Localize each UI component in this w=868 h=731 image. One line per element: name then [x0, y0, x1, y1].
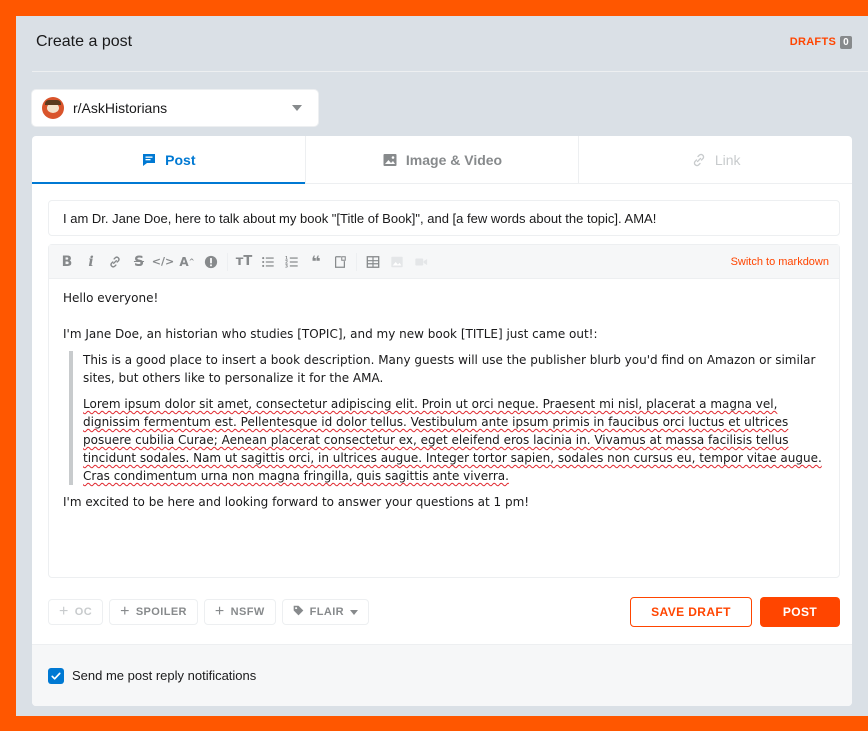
community-name: r/AskHistorians: [73, 100, 168, 116]
svg-text:3: 3: [285, 263, 288, 269]
community-avatar-icon: [42, 97, 64, 119]
tab-post[interactable]: Post: [32, 136, 306, 184]
spoiler-icon[interactable]: [199, 250, 223, 274]
community-selector[interactable]: r/AskHistorians: [32, 90, 318, 126]
nsfw-label: NSFW: [230, 606, 265, 618]
oc-label: OC: [74, 606, 93, 618]
drafts-label: DRAFTS: [789, 36, 837, 48]
strikethrough-icon[interactable]: S: [127, 250, 151, 274]
header-divider: [32, 71, 868, 72]
inline-code-icon[interactable]: </>: [151, 250, 175, 274]
toolbar-divider: [227, 252, 228, 271]
save-draft-button[interactable]: SAVE DRAFT: [630, 597, 752, 627]
code-block-icon[interactable]: [328, 250, 352, 274]
quote-paragraph: This is a good place to insert a book de…: [83, 353, 816, 385]
nsfw-tag-button[interactable]: + NSFW: [203, 599, 276, 625]
drafts-count-badge: 0: [840, 35, 852, 49]
editor-content[interactable]: Hello everyone! I'm Jane Doe, an histori…: [49, 279, 839, 521]
quote-paragraph: Lorem ipsum dolor sit amet, consectetur …: [83, 397, 822, 483]
notify-label: Send me post reply notifications: [72, 668, 257, 683]
plus-icon: +: [120, 603, 130, 620]
blockquote: This is a good place to insert a book de…: [69, 351, 825, 485]
oc-tag-button[interactable]: + OC: [48, 599, 104, 625]
superscript-icon[interactable]: A ^: [175, 250, 199, 274]
post-button[interactable]: POST: [760, 597, 840, 627]
tab-image-video[interactable]: Image & Video: [306, 136, 580, 183]
tag-icon: [293, 605, 304, 619]
link-icon[interactable]: [103, 250, 127, 274]
post-options-row: + OC + SPOILER + NSFW FLAIR SAVE DRAFT P…: [48, 596, 840, 628]
rich-text-editor[interactable]: B i S </> A ^ тT 123 ❝ Switch to markdow…: [48, 244, 840, 578]
tab-image-video-label: Image & Video: [405, 151, 503, 168]
plus-icon: +: [214, 603, 225, 620]
checkmark-icon: [51, 672, 61, 680]
tab-link[interactable]: Link: [579, 136, 852, 183]
link-icon: [691, 152, 707, 168]
image-icon: [382, 152, 398, 168]
numbered-list-icon[interactable]: 123: [280, 250, 304, 274]
bulleted-list-icon[interactable]: [256, 250, 280, 274]
chevron-down-icon: [292, 105, 302, 111]
notify-checkbox[interactable]: [48, 667, 64, 684]
tab-link-label: Link: [714, 151, 741, 168]
video-icon[interactable]: [409, 250, 433, 274]
body-paragraph: I'm excited to be here and looking forwa…: [63, 495, 530, 509]
notification-footer: Send me post reply notifications: [32, 644, 852, 706]
body-paragraph: Hello everyone!: [63, 291, 159, 305]
post-composer-card: Post Image & Video Link I am Dr. Jane Do…: [32, 136, 852, 706]
post-type-tabs: Post Image & Video Link: [32, 136, 852, 184]
italic-icon[interactable]: i: [79, 250, 103, 274]
image-icon[interactable]: [385, 250, 409, 274]
editor-toolbar: B i S </> A ^ тT 123 ❝ Switch to markdow…: [49, 245, 839, 279]
post-icon: [141, 152, 157, 168]
spoiler-label: SPOILER: [135, 606, 187, 618]
tab-post-label: Post: [165, 151, 196, 168]
quote-icon[interactable]: ❝: [304, 250, 328, 274]
post-title-input[interactable]: I am Dr. Jane Doe, here to talk about my…: [48, 200, 840, 236]
table-icon[interactable]: [361, 250, 385, 274]
toolbar-divider: [356, 252, 357, 271]
plus-icon: +: [59, 603, 69, 620]
chevron-down-icon: [350, 609, 359, 615]
bold-icon[interactable]: B: [55, 250, 79, 274]
post-title-text: I am Dr. Jane Doe, here to talk about my…: [63, 210, 657, 226]
switch-to-markdown-link[interactable]: Switch to markdown: [731, 256, 833, 268]
flair-label: FLAIR: [309, 606, 345, 618]
spoiler-tag-button[interactable]: + SPOILER: [109, 599, 198, 625]
body-paragraph: I'm Jane Doe, an historian who studies […: [63, 327, 598, 341]
drafts-button[interactable]: DRAFTS 0: [789, 35, 852, 49]
header-row: Create a post DRAFTS 0: [36, 30, 852, 54]
heading-icon[interactable]: тT: [232, 250, 256, 274]
flair-button[interactable]: FLAIR: [281, 599, 370, 625]
page-title: Create a post: [36, 33, 133, 50]
